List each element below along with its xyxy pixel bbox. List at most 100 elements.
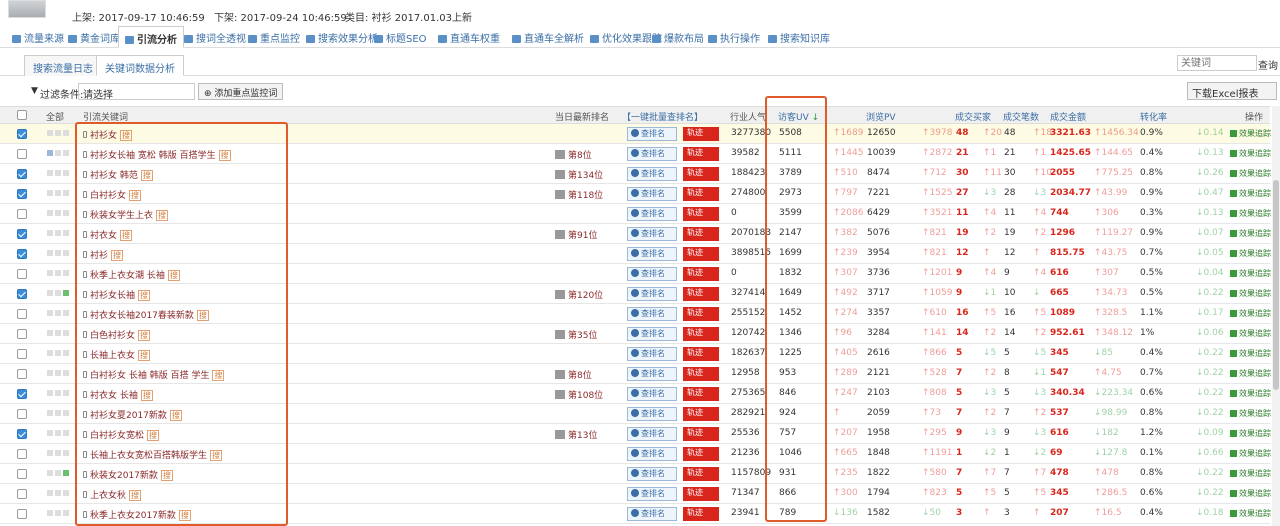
keyword-cell[interactable]: 长袖上衣女宽松百搭韩版学生搜	[83, 448, 223, 461]
row-checkbox[interactable]	[17, 169, 27, 179]
track-button[interactable]: 轨迹	[683, 227, 719, 241]
tab-search-log[interactable]: 搜索流量日志	[24, 55, 102, 76]
track-button[interactable]: 轨迹	[683, 307, 719, 321]
effect-track-link[interactable]: 效果追踪	[1230, 148, 1271, 159]
track-button[interactable]: 轨迹	[683, 407, 719, 421]
track-button[interactable]: 轨迹	[683, 507, 719, 521]
check-rank-button[interactable]: 查排名	[627, 267, 677, 281]
tab-keyword-analysis[interactable]: 关键词数据分析	[96, 55, 184, 76]
effect-track-link[interactable]: 效果追踪	[1230, 188, 1271, 199]
effect-track-link[interactable]: 效果追踪	[1230, 428, 1271, 439]
tab-nav-3[interactable]: 搜词全透视	[184, 30, 246, 45]
check-rank-button[interactable]: 查排名	[627, 387, 677, 401]
row-checkbox[interactable]	[17, 149, 27, 159]
keyword-cell[interactable]: 秋装女学生上衣搜	[83, 208, 169, 221]
effect-track-link[interactable]: 效果追踪	[1230, 328, 1271, 339]
keyword-cell[interactable]: 白衬衫女搜	[83, 188, 142, 201]
row-checkbox[interactable]	[17, 329, 27, 339]
tab-nav-2[interactable]: 引流分析	[118, 26, 184, 48]
track-button[interactable]: 轨迹	[683, 387, 719, 401]
row-checkbox[interactable]	[17, 289, 27, 299]
effect-track-link[interactable]: 效果追踪	[1230, 288, 1271, 299]
select-all-checkbox[interactable]	[17, 110, 27, 120]
product-thumbnail[interactable]	[8, 0, 46, 18]
keyword-cell[interactable]: 上衣女秋搜	[83, 488, 142, 501]
keyword-cell[interactable]: 衬衫搜	[83, 248, 124, 261]
keyword-cell[interactable]: 衬衫女搜	[83, 128, 133, 141]
effect-track-link[interactable]: 效果追踪	[1230, 348, 1271, 359]
keyword-cell[interactable]: 衬衣女搜	[83, 228, 133, 241]
track-button[interactable]: 轨迹	[683, 347, 719, 361]
keyword-cell[interactable]: 秋季上衣女2017新款搜	[83, 508, 191, 521]
keyword-cell[interactable]: 衬衫女长袖 宽松 韩版 百搭学生搜	[83, 148, 231, 161]
track-button[interactable]: 轨迹	[683, 327, 719, 341]
effect-track-link[interactable]: 效果追踪	[1230, 268, 1271, 279]
filter-select[interactable]: 请选择	[78, 83, 195, 101]
row-checkbox[interactable]	[17, 449, 27, 459]
effect-track-link[interactable]: 效果追踪	[1230, 128, 1271, 139]
row-checkbox[interactable]	[17, 349, 27, 359]
row-checkbox[interactable]	[17, 309, 27, 319]
track-button[interactable]: 轨迹	[683, 287, 719, 301]
check-rank-button[interactable]: 查排名	[627, 127, 677, 141]
check-rank-button[interactable]: 查排名	[627, 507, 677, 521]
effect-track-link[interactable]: 效果追踪	[1230, 208, 1271, 219]
tab-nav-12[interactable]: 搜索知识库	[768, 30, 830, 45]
row-checkbox[interactable]	[17, 409, 27, 419]
effect-track-link[interactable]: 效果追踪	[1230, 248, 1271, 259]
effect-track-link[interactable]: 效果追踪	[1230, 368, 1271, 379]
check-rank-button[interactable]: 查排名	[627, 287, 677, 301]
batch-rank-link[interactable]: 【一键批量查排名】	[622, 110, 703, 123]
row-checkbox[interactable]	[17, 489, 27, 499]
track-button[interactable]: 轨迹	[683, 127, 719, 141]
check-rank-button[interactable]: 查排名	[627, 207, 677, 221]
track-button[interactable]: 轨迹	[683, 267, 719, 281]
keyword-cell[interactable]: 衬衫女长袖搜	[83, 288, 151, 301]
check-rank-button[interactable]: 查排名	[627, 247, 677, 261]
keyword-cell[interactable]: 白衬衫女 长袖 韩版 百搭 学生搜	[83, 368, 225, 381]
col-all[interactable]: 全部	[46, 110, 64, 123]
effect-track-link[interactable]: 效果追踪	[1230, 168, 1271, 179]
keyword-search-input[interactable]	[1177, 55, 1257, 71]
effect-track-link[interactable]: 效果追踪	[1230, 488, 1271, 499]
check-rank-button[interactable]: 查排名	[627, 367, 677, 381]
row-checkbox[interactable]	[17, 209, 27, 219]
check-rank-button[interactable]: 查排名	[627, 407, 677, 421]
track-button[interactable]: 轨迹	[683, 207, 719, 221]
keyword-cell[interactable]: 衬衣女 长袖搜	[83, 388, 153, 401]
keyword-cell[interactable]: 衬衣女长袖2017春装新款搜	[83, 308, 209, 321]
row-checkbox[interactable]	[17, 269, 27, 279]
effect-track-link[interactable]: 效果追踪	[1230, 508, 1271, 519]
col-orders[interactable]: 成交笔数	[1003, 110, 1039, 123]
tab-nav-7[interactable]: 直通车权重	[438, 30, 500, 45]
effect-track-link[interactable]: 效果追踪	[1230, 308, 1271, 319]
add-monitor-button[interactable]: ⊕ 添加重点监控词	[198, 83, 284, 100]
row-checkbox[interactable]	[17, 429, 27, 439]
keyword-cell[interactable]: 白色衬衫女搜	[83, 328, 151, 341]
query-button[interactable]: 查询	[1258, 55, 1280, 72]
track-button[interactable]: 轨迹	[683, 367, 719, 381]
effect-track-link[interactable]: 效果追踪	[1230, 468, 1271, 479]
row-checkbox[interactable]	[17, 249, 27, 259]
scrollbar-thumb[interactable]	[1273, 180, 1279, 390]
track-button[interactable]: 轨迹	[683, 247, 719, 261]
check-rank-button[interactable]: 查排名	[627, 327, 677, 341]
tab-nav-8[interactable]: 直通车全解析	[512, 30, 584, 45]
check-rank-button[interactable]: 查排名	[627, 467, 677, 481]
check-rank-button[interactable]: 查排名	[627, 347, 677, 361]
row-checkbox[interactable]	[17, 189, 27, 199]
export-excel-button[interactable]: 下载Excel报表	[1187, 82, 1277, 100]
track-button[interactable]: 轨迹	[683, 427, 719, 441]
check-rank-button[interactable]: 查排名	[627, 427, 677, 441]
effect-track-link[interactable]: 效果追踪	[1230, 448, 1271, 459]
check-rank-button[interactable]: 查排名	[627, 307, 677, 321]
keyword-cell[interactable]: 衬衫女夏2017新款搜	[83, 408, 182, 421]
tab-nav-4[interactable]: 重点监控	[248, 30, 300, 45]
effect-track-link[interactable]: 效果追踪	[1230, 388, 1271, 399]
row-checkbox[interactable]	[17, 369, 27, 379]
track-button[interactable]: 轨迹	[683, 487, 719, 501]
tab-nav-6[interactable]: 标题SEO	[374, 30, 427, 45]
keyword-cell[interactable]: 长袖上衣女搜	[83, 348, 151, 361]
row-checkbox[interactable]	[17, 509, 27, 519]
effect-track-link[interactable]: 效果追踪	[1230, 408, 1271, 419]
